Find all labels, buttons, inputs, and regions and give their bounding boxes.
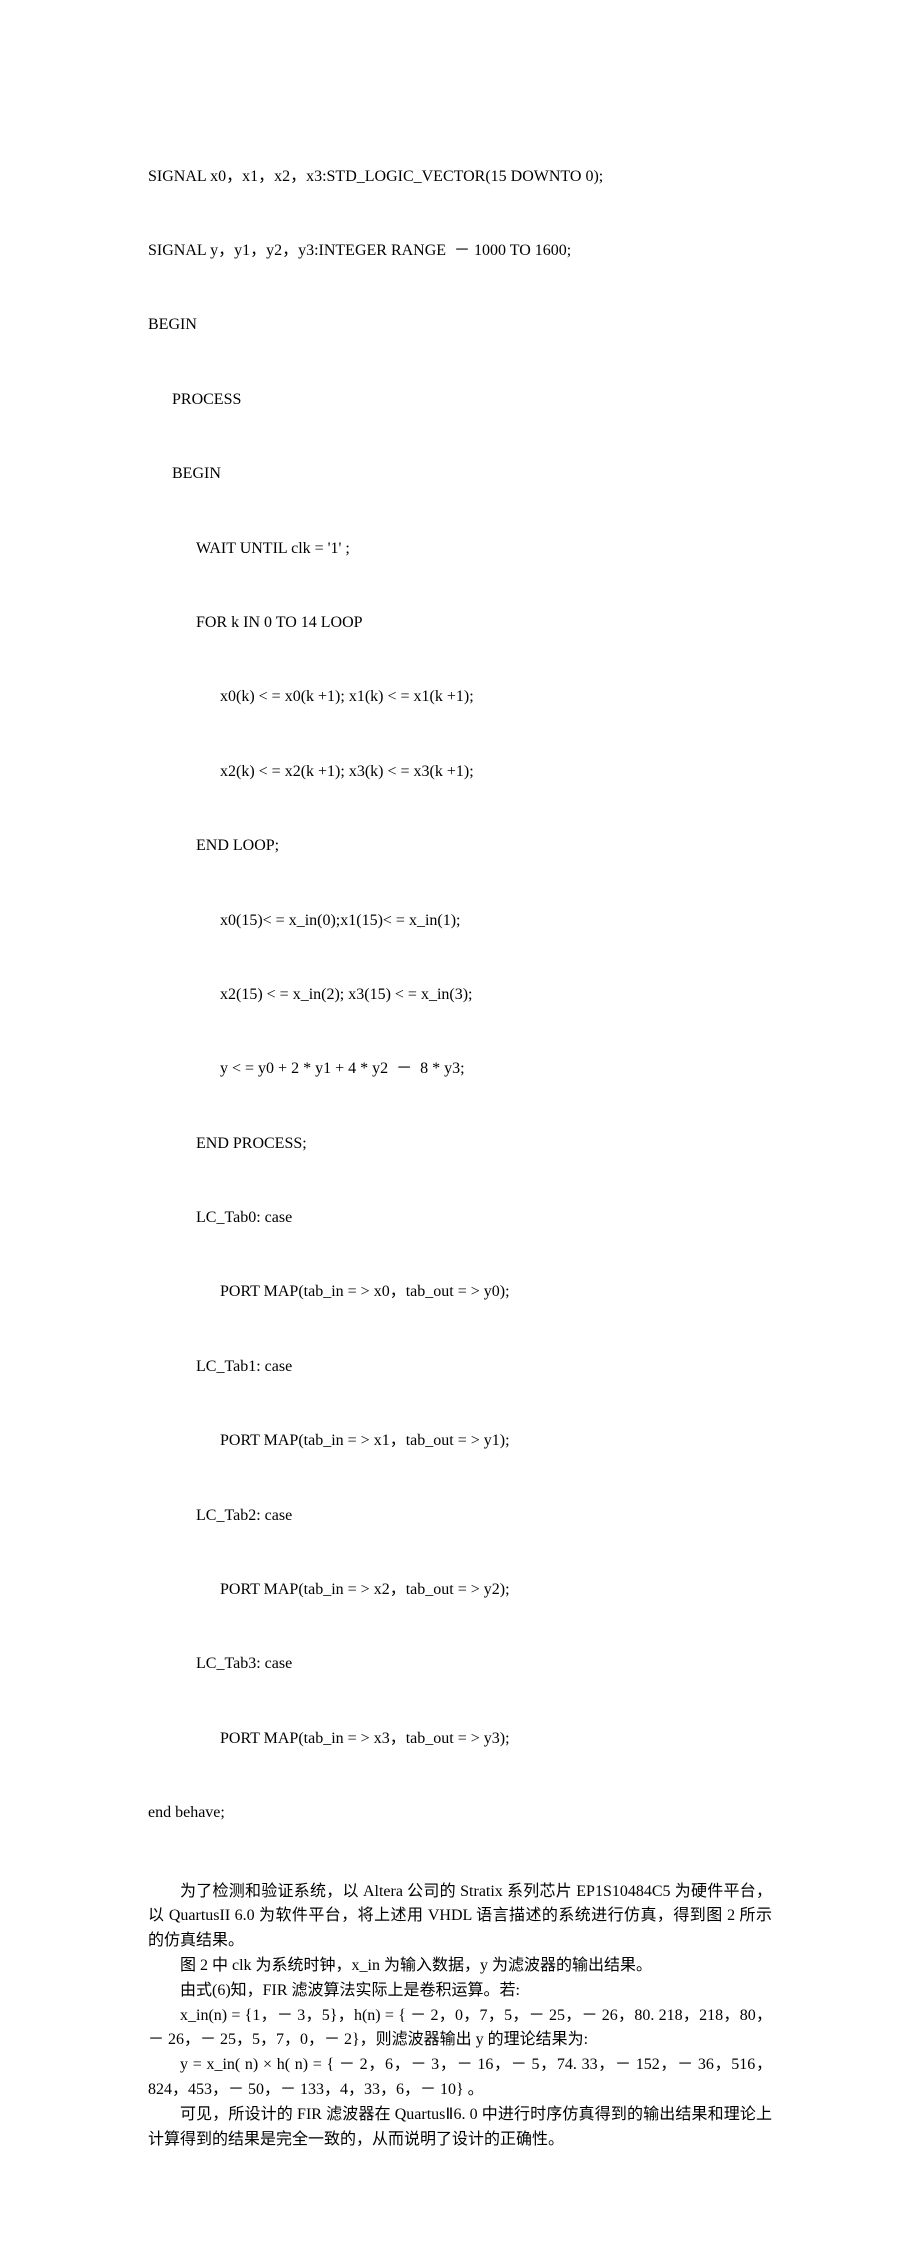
code-line: x2(15) < = x_in(2); x3(15) < = x_in(3); [148,983,772,1008]
code-line: WAIT UNTIL clk = '1' ; [148,537,772,562]
code-line: LC_Tab0: case [148,1206,772,1231]
code-line: y < = y0 + 2 * y1 + 4 * y2 － 8 * y3; [148,1057,772,1082]
code-line: BEGIN [148,313,772,338]
code-line: x2(k) < = x2(k +1); x3(k) < = x3(k +1); [148,760,772,785]
vhdl-code-block: SIGNAL x0，x1，x2，x3:STD_LOGIC_VECTOR(15 D… [148,115,772,1876]
code-line: end behave; [148,1801,772,1826]
code-line: END PROCESS; [148,1132,772,1157]
code-line: PORT MAP(tab_in = > x2，tab_out = > y2); [148,1578,772,1603]
code-line: SIGNAL x0，x1，x2，x3:STD_LOGIC_VECTOR(15 D… [148,165,772,190]
code-line: x0(15)< = x_in(0);x1(15)< = x_in(1); [148,909,772,934]
code-line: PROCESS [148,388,772,413]
paragraph-equation-ref: 由式(6)知，FIR 滤波算法实际上是卷积运算。若: [148,1979,772,2004]
paragraph-output-result: y = x_in( n) × h( n) = { － 2，6，－ 3，－ 16，… [148,2053,772,2103]
code-line: PORT MAP(tab_in = > x1，tab_out = > y1); [148,1429,772,1454]
code-line: PORT MAP(tab_in = > x3，tab_out = > y3); [148,1727,772,1752]
code-line: SIGNAL y，y1，y2，y3:INTEGER RANGE － 1000 T… [148,239,772,264]
code-line: FOR k IN 0 TO 14 LOOP [148,611,772,636]
code-line: LC_Tab2: case [148,1504,772,1529]
code-line: LC_Tab1: case [148,1355,772,1380]
paragraph-validation: 为了检测和验证系统，以 Altera 公司的 Stratix 系列芯片 EP1S… [148,1880,772,1954]
paragraph-figure-desc: 图 2 中 clk 为系统时钟，x_in 为输入数据，y 为滤波器的输出结果。 [148,1954,772,1979]
code-line: END LOOP; [148,834,772,859]
paragraph-input-data: x_in(n) = {1，－ 3，5}，h(n) = { － 2，0，7，5，－… [148,2004,772,2054]
code-line: LC_Tab3: case [148,1652,772,1677]
code-line: BEGIN [148,462,772,487]
code-line: x0(k) < = x0(k +1); x1(k) < = x1(k +1); [148,685,772,710]
paragraph-conclusion: 可见，所设计的 FIR 滤波器在 QuartusⅡ6. 0 中进行时序仿真得到的… [148,2103,772,2153]
document-page: SIGNAL x0，x1，x2，x3:STD_LOGIC_VECTOR(15 D… [0,0,920,2252]
